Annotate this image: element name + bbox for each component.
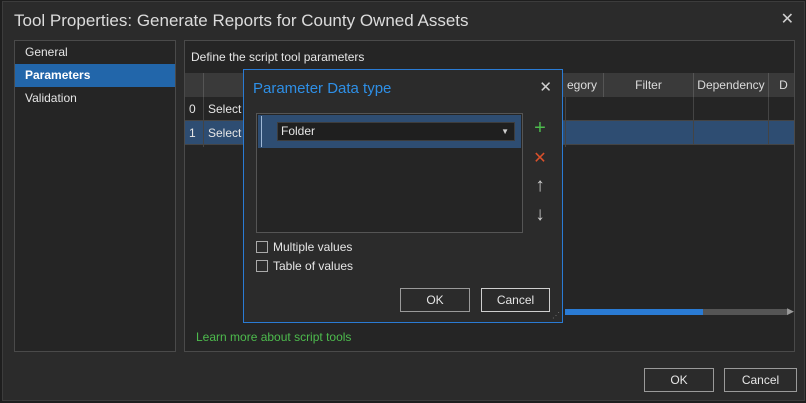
multiple-values-option[interactable]: Multiple values bbox=[256, 239, 352, 255]
row-filter-cell[interactable] bbox=[604, 121, 694, 145]
table-of-values-option[interactable]: Table of values bbox=[256, 258, 353, 274]
row-index: 1 bbox=[185, 121, 204, 145]
list-item[interactable]: Folder ▼ bbox=[258, 115, 521, 148]
row-filter-cell[interactable] bbox=[604, 97, 694, 121]
window-close-icon[interactable]: ✕ bbox=[781, 9, 794, 29]
multiple-values-label: Multiple values bbox=[273, 240, 353, 254]
row-dependency-cell[interactable] bbox=[694, 97, 769, 121]
column-header-filter[interactable]: Filter bbox=[604, 73, 694, 97]
table-of-values-checkbox[interactable] bbox=[256, 260, 268, 272]
chevron-down-icon: ▼ bbox=[501, 127, 509, 136]
row-index: * bbox=[185, 145, 204, 147]
data-type-value: Folder bbox=[281, 124, 316, 138]
dialog-title: Parameter Data type bbox=[253, 80, 392, 97]
remove-icon[interactable]: ✕ bbox=[531, 148, 549, 168]
panel-title: Define the script tool parameters bbox=[191, 50, 365, 64]
arrow-down-icon[interactable]: ↓ bbox=[531, 204, 549, 226]
sidebar-item-parameters[interactable]: Parameters bbox=[15, 64, 175, 87]
scroll-right-icon[interactable]: ▶ bbox=[787, 306, 794, 317]
window-title: Tool Properties: Generate Reports for Co… bbox=[14, 11, 469, 30]
data-type-dropdown[interactable]: Folder ▼ bbox=[277, 122, 515, 141]
sidebar-item-validation[interactable]: Validation bbox=[15, 87, 175, 110]
cancel-button[interactable]: Cancel bbox=[724, 368, 797, 392]
sidebar-item-general[interactable]: General bbox=[15, 41, 175, 64]
column-header-dependency[interactable]: Dependency bbox=[694, 73, 769, 97]
table-of-values-label: Table of values bbox=[273, 259, 354, 273]
horizontal-scrollbar[interactable] bbox=[565, 309, 787, 315]
parameter-data-type-dialog: Parameter Data type ✕ Folder ▼ + ✕ ↑ ↓ M… bbox=[243, 69, 563, 323]
sidebar-nav: General Parameters Validation bbox=[14, 40, 176, 352]
arrow-up-icon[interactable]: ↑ bbox=[531, 175, 549, 197]
column-header-d[interactable]: D bbox=[769, 73, 794, 97]
column-header-index[interactable] bbox=[185, 73, 204, 97]
ok-button[interactable]: OK bbox=[644, 368, 714, 392]
row-index: 0 bbox=[185, 97, 204, 121]
scrollbar-thumb[interactable] bbox=[565, 309, 703, 315]
add-icon[interactable]: + bbox=[531, 117, 549, 140]
resize-grip-icon[interactable]: ⋰ bbox=[552, 311, 560, 320]
dialog-close-icon[interactable]: ✕ bbox=[539, 78, 552, 96]
column-header-category[interactable]: egory bbox=[566, 73, 604, 97]
row-dependency-cell[interactable] bbox=[694, 121, 769, 145]
dialog-ok-button[interactable]: OK bbox=[400, 288, 470, 312]
data-type-list: Folder ▼ bbox=[256, 113, 523, 233]
learn-more-link[interactable]: Learn more about script tools bbox=[196, 330, 351, 344]
row-marker bbox=[261, 116, 262, 147]
dialog-cancel-button[interactable]: Cancel bbox=[481, 288, 550, 312]
multiple-values-checkbox[interactable] bbox=[256, 241, 268, 253]
